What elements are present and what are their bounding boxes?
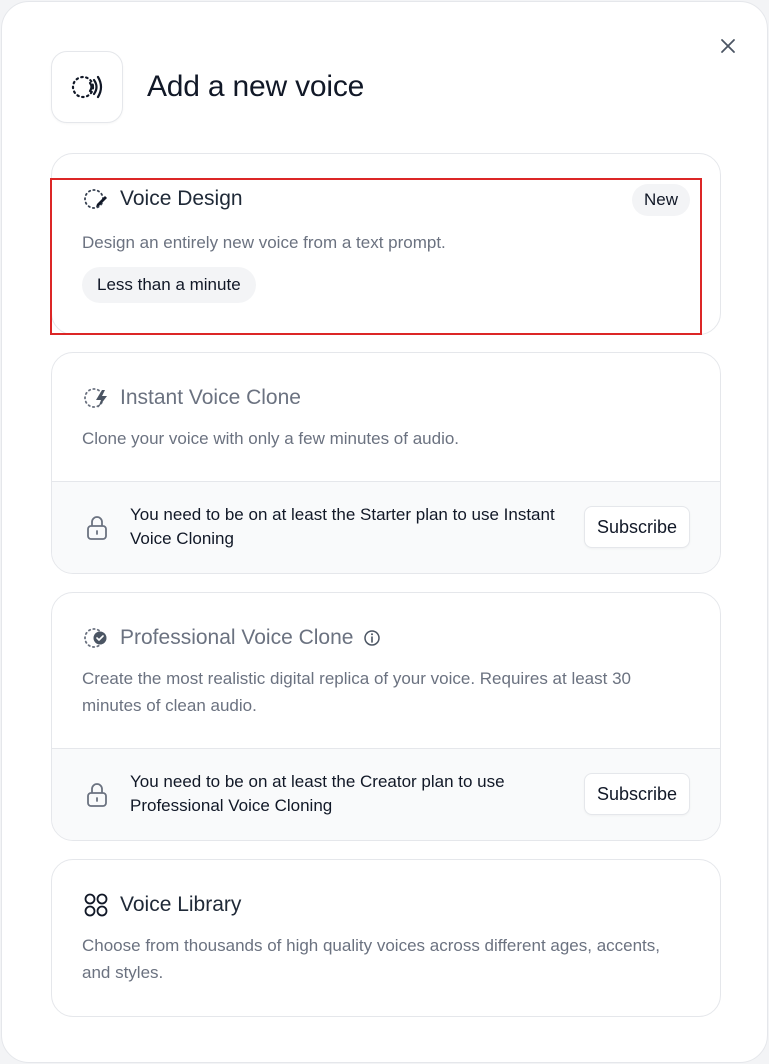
library-grid-icon	[84, 893, 108, 917]
close-icon	[721, 39, 735, 53]
info-icon[interactable]	[363, 629, 381, 647]
voice-library-description: Choose from thousands of high quality vo…	[82, 936, 661, 982]
subscribe-button[interactable]: Subscribe	[583, 506, 690, 548]
voice-design-icon	[84, 189, 107, 209]
instant-clone-card: Instant Voice Clone Clone your voice wit…	[51, 352, 721, 574]
instant-clone-icon	[84, 388, 107, 408]
voice-design-title: Voice Design	[120, 187, 243, 210]
voice-library-card[interactable]: Voice Library Choose from thousands of h…	[51, 859, 721, 1017]
plan-requirement-row: You need to be on at least the Starter p…	[52, 481, 720, 573]
professional-clone-description: Create the most realistic digital replic…	[82, 669, 631, 715]
voice-library-title: Voice Library	[120, 893, 242, 916]
plan-requirement-text: You need to be on at least the Creator p…	[130, 772, 505, 815]
plan-requirement-row: You need to be on at least the Creator p…	[52, 748, 720, 840]
professional-clone-card: Professional Voice Clone Create the most…	[51, 592, 721, 841]
add-voice-dialog: Add a new voice New Voice Design Design …	[1, 1, 768, 1063]
professional-clone-icon	[84, 628, 107, 648]
professional-clone-title: Professional Voice Clone	[120, 626, 354, 649]
close-button[interactable]	[716, 34, 740, 58]
voice-design-card[interactable]: New Voice Design Design an entirely new …	[51, 153, 721, 335]
voice-waves-icon	[51, 51, 123, 123]
lock-icon	[87, 516, 107, 540]
dialog-title: Add a new voice	[147, 70, 365, 103]
duration-chip: Less than a minute	[82, 267, 256, 303]
instant-clone-description: Clone your voice with only a few minutes…	[82, 429, 460, 448]
voice-design-description: Design an entirely new voice from a text…	[82, 233, 446, 252]
instant-clone-title: Instant Voice Clone	[120, 386, 301, 409]
subscribe-button[interactable]: Subscribe	[583, 773, 690, 815]
lock-icon	[87, 783, 107, 807]
plan-requirement-text: You need to be on at least the Starter p…	[130, 505, 555, 548]
